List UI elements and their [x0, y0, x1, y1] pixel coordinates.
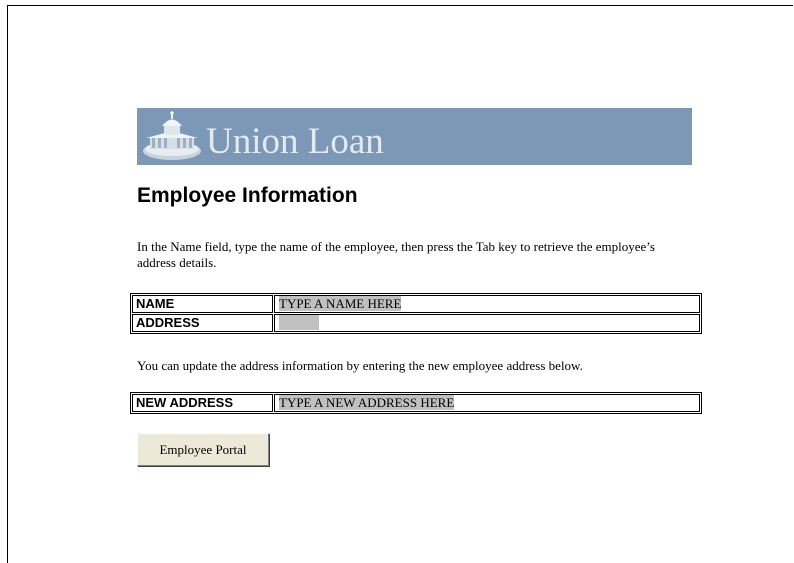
- instructions-text: In the Name field, type the name of the …: [137, 239, 655, 270]
- new-address-label: NEW ADDRESS: [132, 394, 273, 412]
- browser-content-frame: Union Loan Employee Information In the N…: [7, 5, 793, 563]
- employee-lookup-table: NAME TYPE A NAME HERE ADDRESS: [130, 293, 702, 334]
- capitol-building-icon: [143, 111, 201, 160]
- name-cell: TYPE A NAME HERE: [274, 295, 700, 313]
- new-address-row: NEW ADDRESS TYPE A NEW ADDRESS HERE: [132, 394, 700, 412]
- new-address-input[interactable]: TYPE A NEW ADDRESS HERE: [279, 395, 455, 410]
- employee-portal-button[interactable]: Employee Portal: [137, 433, 269, 466]
- address-label: ADDRESS: [132, 314, 273, 332]
- union-loan-banner: Union Loan: [137, 108, 692, 165]
- name-row: NAME TYPE A NAME HERE: [132, 295, 700, 313]
- address-cell: [274, 314, 700, 332]
- new-address-cell: TYPE A NEW ADDRESS HERE: [274, 394, 700, 412]
- page-title: Employee Information: [137, 184, 358, 207]
- address-field: [279, 315, 319, 330]
- name-input[interactable]: TYPE A NAME HERE: [279, 296, 402, 311]
- update-note-text: You can update the address information b…: [137, 358, 583, 373]
- name-label: NAME: [132, 295, 273, 313]
- new-address-table: NEW ADDRESS TYPE A NEW ADDRESS HERE: [130, 392, 702, 414]
- address-row: ADDRESS: [132, 314, 700, 332]
- banner-title: Union Loan: [206, 121, 384, 162]
